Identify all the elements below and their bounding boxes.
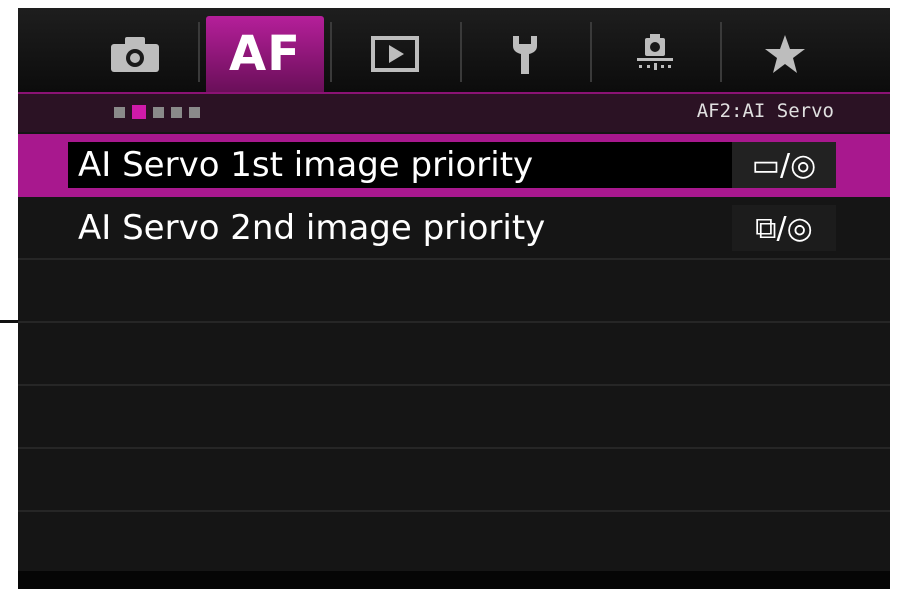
star-icon <box>763 33 807 75</box>
custom-function-icon <box>631 32 679 76</box>
wrench-icon <box>505 32 545 76</box>
menu-item-value: ⧉/◎ <box>732 205 836 251</box>
menu-item-ai-servo-2nd[interactable]: AI Servo 2nd image priority ⧉/◎ <box>18 197 890 260</box>
menu-item-label: AI Servo 1st image priority <box>78 145 534 185</box>
tab-custom-functions[interactable] <box>596 16 714 92</box>
tab-separator <box>460 22 462 82</box>
tab-separator <box>330 22 332 82</box>
empty-menu-row <box>18 512 890 575</box>
camera-icon <box>109 34 161 74</box>
menu-item-label: AI Servo 2nd image priority <box>78 208 546 248</box>
menu-item-container: AI Servo 2nd image priority ⧉/◎ <box>68 205 836 251</box>
tab-shooting[interactable] <box>76 16 194 92</box>
tab-af[interactable]: AF <box>206 16 324 92</box>
menu-tab-bar: AF <box>18 8 890 92</box>
tab-playback[interactable] <box>336 16 454 92</box>
menu-subheader: AF2:AI Servo <box>18 92 890 132</box>
empty-menu-row <box>18 449 890 512</box>
empty-menu-row <box>18 323 890 386</box>
tab-af-label: AF <box>229 26 301 82</box>
empty-menu-row <box>18 386 890 449</box>
tab-setup[interactable] <box>466 16 584 92</box>
screen-bottom-edge <box>18 571 890 589</box>
page-dot <box>114 107 125 118</box>
camera-menu-screen: AF AF2:AI Servo AI Servo 1st image prior… <box>18 8 890 589</box>
menu-item-ai-servo-1st[interactable]: AI Servo 1st image priority ▭/◎ <box>18 134 890 197</box>
menu-list: AI Servo 1st image priority ▭/◎ AI Servo… <box>18 134 890 575</box>
tab-separator <box>720 22 722 82</box>
tab-separator <box>198 22 200 82</box>
tab-my-menu[interactable] <box>726 16 844 92</box>
page-dot <box>153 107 164 118</box>
page-indicator <box>114 105 200 119</box>
page-dot <box>171 107 182 118</box>
tab-separator <box>590 22 592 82</box>
page-title: AF2:AI Servo <box>696 100 834 122</box>
menu-item-highlight: AI Servo 1st image priority ▭/◎ <box>68 142 836 188</box>
page-dot-active <box>132 105 146 119</box>
page-dot <box>189 107 200 118</box>
menu-item-value: ▭/◎ <box>732 142 836 188</box>
empty-menu-row <box>18 260 890 323</box>
play-icon <box>370 34 420 74</box>
